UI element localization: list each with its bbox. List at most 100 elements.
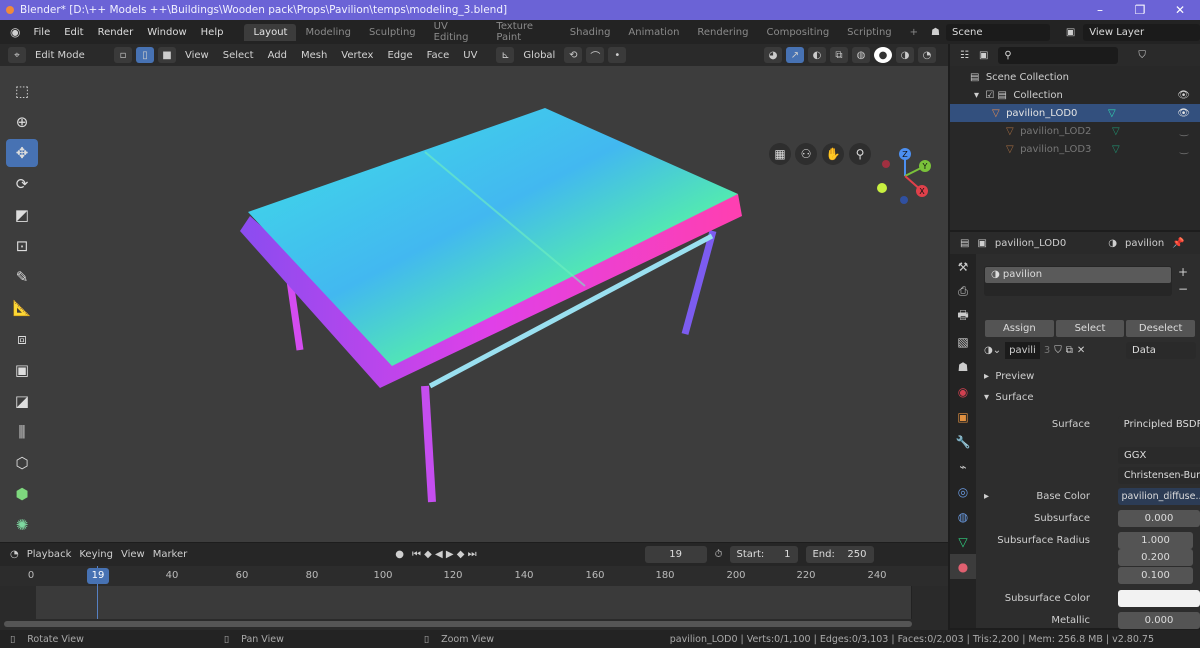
face-select-icon[interactable]: ■ [158, 47, 176, 63]
timeline-scrollbar[interactable] [4, 621, 912, 627]
view-layer-icon[interactable]: ▣ [1066, 27, 1075, 38]
material-shading-icon[interactable]: ◑ [896, 47, 914, 63]
rotate-tool[interactable]: ⟳ [6, 170, 38, 198]
poly-build-tool[interactable]: ⬢ [6, 480, 38, 508]
solid-shading-icon[interactable]: ● [874, 47, 892, 63]
outliner-type-icon[interactable]: ☷ [960, 50, 969, 61]
tab-animation[interactable]: Animation [619, 24, 688, 41]
menu-help[interactable]: Help [194, 27, 231, 38]
edge-select-icon[interactable]: ▯ [136, 47, 154, 63]
move-tool[interactable]: ✥ [6, 139, 38, 167]
frame-ruler[interactable]: 0 40 60 80 100 120 140 160 180 200 220 2… [0, 566, 948, 586]
unlink-icon[interactable]: ✕ [1077, 345, 1085, 356]
outliner-item-lod3[interactable]: ▽ pavilion_LOD3 ▽ ‿ [950, 140, 1200, 158]
menu-render[interactable]: Render [91, 27, 141, 38]
assign-button[interactable]: Assign [985, 320, 1054, 337]
add-workspace-button[interactable]: + [901, 24, 927, 41]
outliner-search[interactable]: ⚲ [998, 46, 1119, 64]
menu-window[interactable]: Window [140, 27, 193, 38]
scene-collection-row[interactable]: ▤ Scene Collection [950, 68, 1200, 86]
spin-tool[interactable]: ✺ [6, 511, 38, 539]
menu-marker[interactable]: Marker [153, 549, 188, 560]
tab-uv-editing[interactable]: UV Editing [425, 18, 488, 46]
add-slot-button[interactable]: + [1178, 265, 1188, 279]
object-tab-icon[interactable]: ▣ [950, 404, 976, 429]
current-frame-field[interactable]: 19 [644, 546, 707, 563]
fake-user-icon[interactable]: ⛉ [1054, 345, 1062, 356]
subsurface-color-swatch[interactable] [1118, 589, 1200, 607]
eye-closed-icon[interactable]: ‿ [1180, 126, 1188, 137]
select-button[interactable]: Select [1055, 320, 1125, 337]
perspective-toggle-icon[interactable]: ▦ [769, 143, 791, 165]
blender-menu-icon[interactable]: ◉ [10, 25, 20, 39]
tab-scripting[interactable]: Scripting [838, 24, 900, 41]
orientation-select[interactable]: Global [518, 50, 560, 61]
eye-icon[interactable]: 👁 [1177, 90, 1190, 101]
start-frame-field[interactable]: Start: 1 [730, 546, 799, 563]
radius-y-field[interactable]: 0.200 [1118, 548, 1193, 566]
radius-z-field[interactable]: 0.100 [1118, 566, 1193, 584]
bevel-tool[interactable]: ◪ [6, 387, 38, 415]
tab-rendering[interactable]: Rendering [688, 24, 757, 41]
tab-shading[interactable]: Shading [561, 24, 620, 41]
tab-texture-paint[interactable]: Texture Paint [487, 18, 560, 46]
subsurface-method-select[interactable]: Christensen-Burley [1118, 466, 1200, 484]
playback-controls[interactable]: ⏮ ◆ ◀ ▶ ◆ ⏭ [412, 549, 477, 560]
pivot-icon[interactable]: ⟲ [564, 47, 583, 63]
xray-icon[interactable]: ⧉ [830, 47, 848, 63]
collection-checkbox[interactable]: ☑ [985, 90, 994, 101]
subsurface-field[interactable]: 0.000 [1118, 509, 1200, 527]
menu-select[interactable]: Select [218, 50, 259, 61]
material-slot-item[interactable]: ◑ pavilion [985, 267, 1171, 283]
rendered-shading-icon[interactable]: ◔ [918, 47, 936, 63]
tab-sculpting[interactable]: Sculpting [360, 24, 425, 41]
particles-tab-icon[interactable]: ⌁ [950, 454, 976, 479]
tab-modeling[interactable]: Modeling [296, 24, 360, 41]
overlay-icon[interactable]: ◐ [808, 47, 826, 63]
expand-icon[interactable]: ▸ [984, 491, 989, 502]
outliner-item-lod2[interactable]: ▽ pavilion_LOD2 ▽ ‿ [950, 122, 1200, 140]
properties-type-icon[interactable]: ▤ [960, 238, 969, 249]
world-tab-icon[interactable]: ◉ [950, 379, 976, 404]
view-layer-field[interactable]: View Layer [1083, 23, 1200, 41]
pan-view-icon[interactable]: ✋ [822, 143, 844, 165]
material-slot-list[interactable]: ◑ pavilion [984, 266, 1172, 296]
minimize-button[interactable]: – [1080, 0, 1120, 20]
render-tab-icon[interactable]: ⎙ [950, 279, 976, 304]
proportional-edit-icon[interactable]: • [608, 47, 627, 63]
surface-panel-header[interactable]: ▾ Surface [984, 392, 1034, 403]
filter-icon[interactable]: ⛉ [1138, 50, 1146, 61]
visibility-icon[interactable]: ◕ [764, 47, 782, 63]
extrude-tool[interactable]: ⧈ [6, 325, 38, 353]
menu-playback[interactable]: Playback [27, 549, 72, 560]
record-button[interactable]: ● [395, 549, 404, 560]
3d-viewport[interactable]: ▦ ⚇ ✋ ⚲ Z Y X [0, 66, 948, 542]
timeline-editor-icon[interactable]: ◔ [10, 549, 19, 560]
orientation-icon[interactable]: ⊾ [496, 47, 515, 63]
tab-layout[interactable]: Layout [244, 23, 297, 41]
timeline-tracks[interactable] [36, 586, 912, 619]
pin-icon[interactable]: 📌 [1172, 238, 1184, 249]
tab-compositing[interactable]: Compositing [757, 24, 838, 41]
maximize-button[interactable]: ❐ [1120, 0, 1160, 20]
snap-icon[interactable]: ⌒ [586, 47, 605, 63]
measure-tool[interactable]: 📐 [6, 294, 38, 322]
radius-x-field[interactable]: 1.000 [1118, 531, 1193, 549]
vertex-select-icon[interactable]: ▫ [114, 47, 132, 63]
loop-cut-tool[interactable]: ⫼ [6, 418, 38, 446]
preview-panel-header[interactable]: ▸ Preview [984, 371, 1034, 382]
data-tab-icon[interactable]: ▽ [950, 529, 976, 554]
constraints-tab-icon[interactable]: ◍ [950, 504, 976, 529]
tool-tab-icon[interactable]: ⚒ [950, 254, 976, 279]
duplicate-icon[interactable]: ⧉ [1066, 345, 1073, 356]
scene-icon[interactable]: ☗ [931, 27, 940, 38]
menu-vertex[interactable]: Vertex [336, 50, 378, 61]
menu-keying[interactable]: Keying [79, 549, 113, 560]
scale-tool[interactable]: ◩ [6, 201, 38, 229]
material-tab-icon[interactable]: ● [950, 554, 976, 579]
zoom-view-icon[interactable]: ⚲ [849, 143, 871, 165]
menu-view[interactable]: View [180, 50, 214, 61]
menu-edit[interactable]: Edit [57, 27, 90, 38]
menu-timeline-view[interactable]: View [121, 549, 145, 560]
scene-tab-icon[interactable]: ☗ [950, 354, 976, 379]
